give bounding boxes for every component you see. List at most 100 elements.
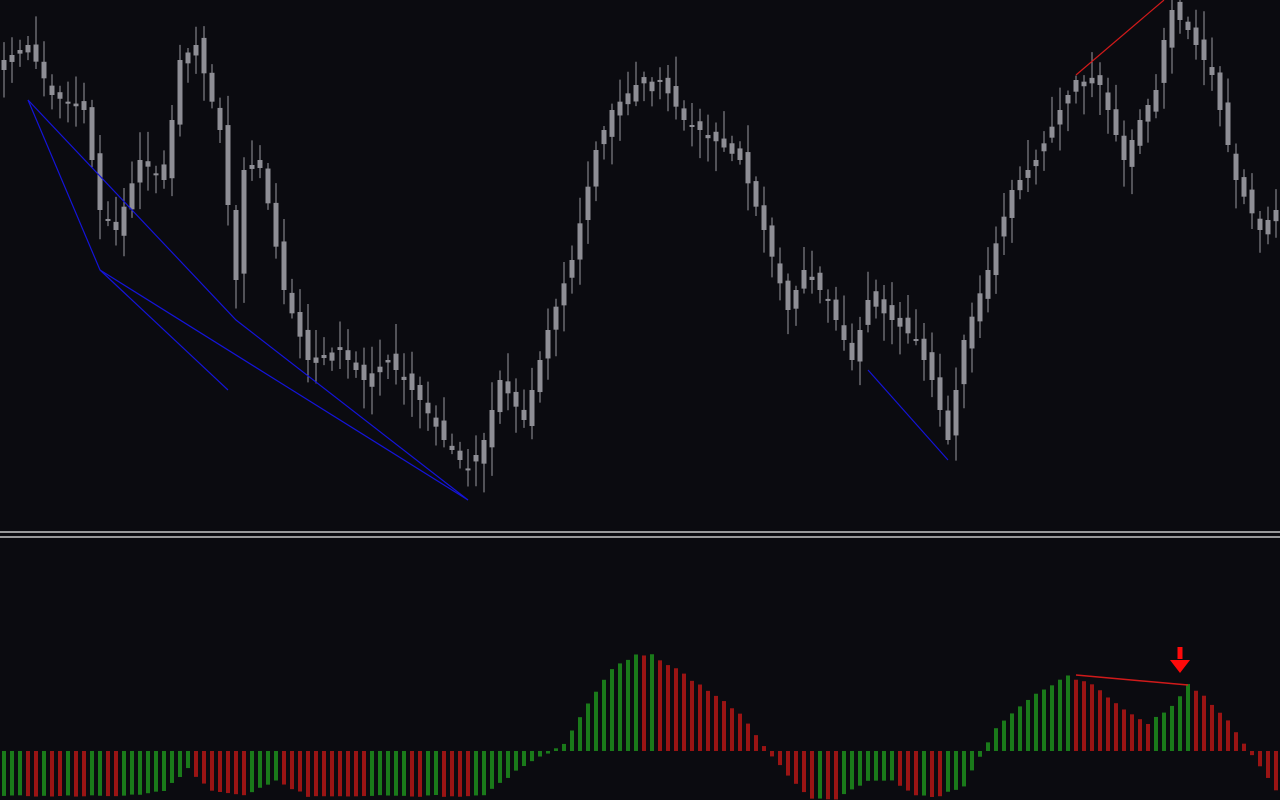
candle-body	[777, 263, 783, 284]
candle-body	[953, 390, 959, 436]
histogram-bar	[562, 743, 566, 751]
candle-body	[609, 110, 615, 137]
histogram-bar	[258, 751, 262, 788]
histogram-bar	[506, 751, 510, 778]
histogram-bar	[570, 730, 574, 751]
candle-body	[81, 101, 87, 110]
candle-body	[1097, 75, 1103, 85]
histogram-bar	[34, 751, 38, 797]
histogram-bar	[1098, 690, 1102, 751]
candle-body	[1209, 67, 1215, 75]
candle-body	[833, 299, 839, 320]
histogram-bar	[18, 751, 22, 796]
histogram-bar	[1106, 697, 1110, 751]
histogram-bar	[682, 673, 686, 751]
candle-body	[505, 381, 511, 394]
chart-background	[0, 0, 1280, 800]
candle-body	[1249, 189, 1255, 214]
histogram-bar	[890, 751, 894, 781]
histogram-bar	[986, 742, 990, 751]
histogram-bar	[98, 751, 102, 796]
candle-body	[713, 131, 719, 142]
histogram-bar	[330, 751, 334, 797]
histogram-bar	[1258, 751, 1262, 767]
candle-body	[617, 101, 623, 116]
candle-body	[905, 317, 911, 334]
histogram-bar	[706, 690, 710, 751]
candle-body	[425, 402, 431, 414]
candle-body	[1241, 177, 1247, 197]
candle-body	[25, 45, 31, 53]
histogram-bar	[130, 751, 134, 795]
histogram-bar	[42, 751, 46, 796]
candle-body	[561, 283, 567, 306]
histogram-bar	[914, 751, 918, 796]
candle-body	[985, 270, 991, 299]
histogram-bar	[354, 751, 358, 797]
histogram-bar	[962, 751, 966, 787]
candle-body	[433, 417, 439, 427]
candle-body	[801, 270, 807, 289]
candle-body	[657, 79, 663, 82]
histogram-bar	[1114, 703, 1118, 751]
candle-body	[1081, 81, 1087, 87]
candle-body	[873, 291, 879, 307]
histogram-bar	[834, 751, 838, 800]
candle-body	[761, 205, 767, 230]
candle-body	[121, 206, 127, 236]
histogram-bar	[234, 751, 238, 795]
candle-body	[1169, 10, 1175, 48]
histogram-bar	[1146, 723, 1150, 751]
candle-body	[521, 409, 527, 420]
candle-body	[33, 44, 39, 62]
histogram-bar	[482, 751, 486, 796]
candle-body	[65, 101, 71, 104]
candle-body	[969, 316, 975, 349]
histogram-bar	[1154, 716, 1158, 751]
candle-body	[745, 152, 751, 184]
histogram-bar	[186, 751, 190, 769]
histogram-bar	[298, 751, 302, 792]
histogram-bar	[90, 751, 94, 796]
histogram-bar	[738, 713, 742, 751]
candle-body	[625, 93, 631, 105]
histogram-bar	[802, 751, 806, 793]
candle-body	[129, 183, 135, 210]
histogram-bar	[138, 751, 142, 795]
histogram-bar	[450, 751, 454, 797]
candle-body	[689, 125, 695, 127]
histogram-bar	[314, 751, 318, 797]
histogram-bar	[10, 751, 14, 796]
candle-body	[1137, 120, 1143, 146]
histogram-bar	[346, 751, 350, 797]
candle-body	[465, 468, 471, 471]
histogram-bar	[786, 751, 790, 776]
histogram-bar	[322, 751, 326, 797]
candle-body	[353, 362, 359, 370]
histogram-bar	[770, 751, 774, 757]
candle-body	[1153, 90, 1159, 112]
candle-body	[809, 276, 815, 280]
candle-body	[737, 148, 743, 160]
histogram-bar	[850, 751, 854, 790]
histogram-bar	[466, 751, 470, 797]
histogram-bar	[1122, 709, 1126, 751]
histogram-bar	[1170, 705, 1174, 751]
histogram-bar	[202, 751, 206, 784]
candle-body	[233, 209, 239, 280]
histogram-bar	[642, 655, 646, 751]
candle-body	[1201, 39, 1207, 60]
histogram-bar	[1090, 684, 1094, 751]
candle-body	[825, 298, 831, 301]
candle-body	[153, 173, 159, 176]
candle-body	[1009, 190, 1015, 218]
histogram-bar	[146, 751, 150, 794]
histogram-bar	[402, 751, 406, 796]
candle-body	[329, 352, 335, 361]
candle-body	[169, 120, 175, 179]
histogram-bar	[1010, 713, 1014, 751]
candle-body	[345, 350, 351, 360]
histogram-bar	[434, 751, 438, 796]
candle-body	[1177, 1, 1183, 20]
candle-body	[1129, 140, 1135, 167]
